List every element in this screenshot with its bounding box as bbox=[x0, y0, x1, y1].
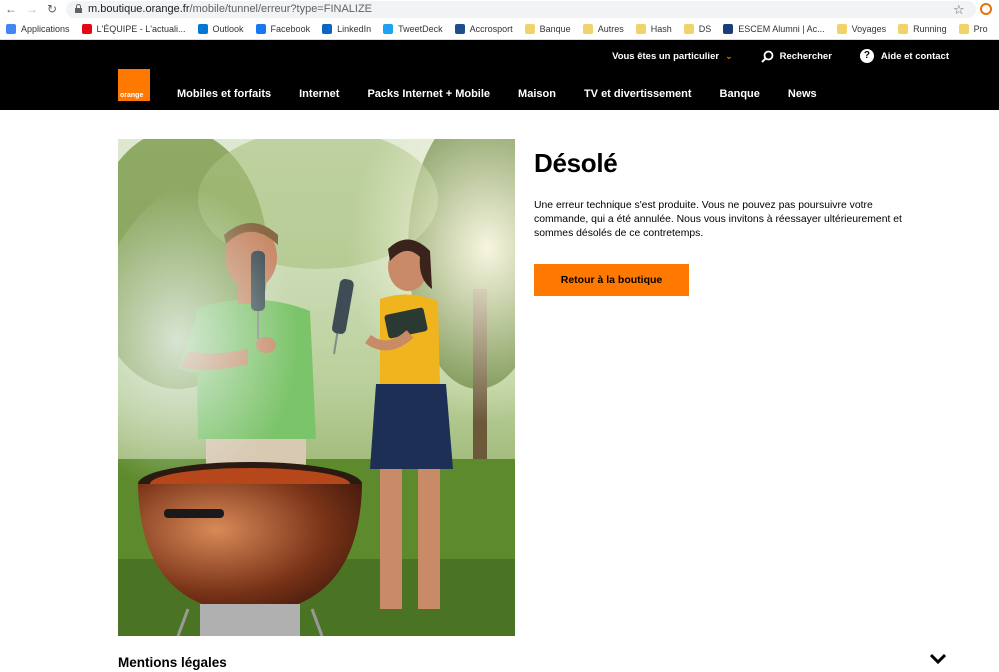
search-link[interactable]: Rechercher bbox=[760, 50, 832, 63]
bookmark-label: Running bbox=[913, 24, 947, 34]
bookmark-label: Banque bbox=[539, 24, 571, 34]
outlook-icon bbox=[197, 24, 208, 34]
nav-item-mobiles[interactable]: Mobiles et forfaits bbox=[177, 88, 271, 100]
bookmark-item[interactable]: Facebook bbox=[255, 24, 311, 34]
nav-item-internet[interactable]: Internet bbox=[299, 88, 339, 100]
bookmark-label: ESCEM Alumni | Ac... bbox=[738, 24, 825, 34]
lequipe-icon bbox=[81, 24, 92, 34]
bookmark-item[interactable]: TweetDeck bbox=[383, 24, 443, 34]
bookmark-label: TweetDeck bbox=[398, 24, 443, 34]
nav-item-tv[interactable]: TV et divertissement bbox=[584, 88, 692, 100]
browser-address-bar: ← → ↻ m.boutique.orange.fr/mobile/tunnel… bbox=[0, 0, 999, 19]
forward-arrow-icon[interactable]: → bbox=[25, 2, 39, 16]
bookmarks-bar: Applications L'ÉQUIPE - L'actuali... Outlo… bbox=[0, 19, 999, 40]
bookmark-item[interactable]: LinkedIn bbox=[322, 24, 371, 34]
error-message: Une erreur technique s'est produite. Vou… bbox=[534, 200, 902, 239]
logo-text: orange bbox=[120, 92, 144, 99]
accrosport-icon bbox=[454, 24, 465, 34]
bookmark-label: LinkedIn bbox=[337, 24, 372, 34]
bookmark-label: Voyages bbox=[851, 24, 887, 34]
bookmark-label: L'ÉQUIPE - L'actuali... bbox=[96, 24, 186, 34]
bookmark-item[interactable]: Running bbox=[898, 24, 947, 34]
bookmark-star-icon[interactable]: ☆ bbox=[953, 2, 965, 18]
back-to-shop-button[interactable]: Retour à la boutique bbox=[534, 264, 689, 296]
bookmark-item[interactable]: Accrosport bbox=[454, 24, 513, 34]
help-icon: ? bbox=[859, 49, 874, 63]
bookmark-item[interactable]: Applications bbox=[6, 24, 70, 34]
extension-icon[interactable] bbox=[980, 3, 992, 15]
folder-icon bbox=[524, 24, 535, 34]
search-label: Rechercher bbox=[779, 50, 832, 62]
help-label: Aide et contact bbox=[880, 50, 949, 62]
folder-icon bbox=[683, 24, 694, 34]
bookmark-label: Pro bbox=[973, 24, 988, 34]
bookmark-label: DS bbox=[698, 24, 712, 34]
bookmark-label: Applications bbox=[21, 24, 70, 34]
lock-icon bbox=[75, 4, 82, 13]
bookmark-label: Hash bbox=[650, 24, 672, 34]
bookmark-label: Accrosport bbox=[469, 24, 513, 34]
nav-item-packs[interactable]: Packs Internet + Mobile bbox=[367, 88, 490, 100]
segment-label: Vous êtes un particulier bbox=[612, 50, 720, 62]
bookmark-label: Outlook bbox=[212, 24, 244, 34]
top-links: Vous êtes un particulier ⌄ Rechercher ? … bbox=[584, 49, 949, 63]
nav-item-banque[interactable]: Banque bbox=[720, 88, 760, 100]
escem-icon bbox=[723, 24, 734, 34]
chevron-down-icon[interactable] bbox=[930, 652, 946, 666]
bookmark-item[interactable]: Hash bbox=[635, 24, 672, 34]
bookmark-item[interactable]: L'ÉQUIPE - L'actuali... bbox=[81, 24, 186, 34]
search-icon bbox=[760, 50, 774, 63]
nav-item-maison[interactable]: Maison bbox=[518, 88, 556, 100]
url-text[interactable]: m.boutique.orange.fr/mobile/tunnel/erreu… bbox=[88, 3, 372, 15]
bookmark-item[interactable]: DS bbox=[683, 24, 712, 34]
help-link[interactable]: ? Aide et contact bbox=[859, 49, 949, 63]
bookmark-label: Autres bbox=[597, 24, 624, 34]
linkedin-icon bbox=[322, 24, 333, 34]
folder-icon bbox=[958, 24, 969, 34]
apps-grid-icon bbox=[6, 24, 16, 34]
chevron-down-icon: ⌄ bbox=[725, 50, 733, 61]
error-panel: Désolé Une erreur technique s'est produi… bbox=[534, 148, 904, 296]
page-title: Désolé bbox=[534, 148, 618, 178]
folder-icon bbox=[635, 24, 646, 34]
bookmark-item[interactable]: Outlook bbox=[197, 24, 244, 34]
folder-icon bbox=[898, 24, 909, 34]
bookmark-item[interactable]: Voyages bbox=[836, 24, 887, 34]
folder-icon bbox=[582, 24, 593, 34]
facebook-icon bbox=[255, 24, 266, 34]
segment-selector[interactable]: Vous êtes un particulier ⌄ bbox=[612, 51, 733, 62]
bookmark-item[interactable]: Pro bbox=[958, 24, 988, 34]
bookmark-item[interactable]: Autres bbox=[582, 24, 624, 34]
hero-photo bbox=[118, 139, 515, 636]
tweetdeck-icon bbox=[383, 24, 394, 34]
main-nav: Mobiles et forfaits Internet Packs Inter… bbox=[177, 88, 845, 100]
bookmark-label: Facebook bbox=[270, 24, 311, 34]
bookmark-item[interactable]: ESCEM Alumni | Ac... bbox=[723, 24, 825, 34]
bookmark-item[interactable]: Banque bbox=[524, 24, 571, 34]
site-header: Vous êtes un particulier ⌄ Rechercher ? … bbox=[0, 40, 999, 110]
folder-icon bbox=[836, 24, 847, 34]
nav-item-news[interactable]: News bbox=[788, 88, 817, 100]
orange-logo[interactable]: orange bbox=[118, 69, 150, 101]
back-arrow-icon[interactable]: ← bbox=[4, 2, 18, 16]
reload-icon[interactable]: ↻ bbox=[45, 2, 59, 16]
legal-notice-toggle[interactable]: Mentions légales bbox=[118, 655, 227, 670]
